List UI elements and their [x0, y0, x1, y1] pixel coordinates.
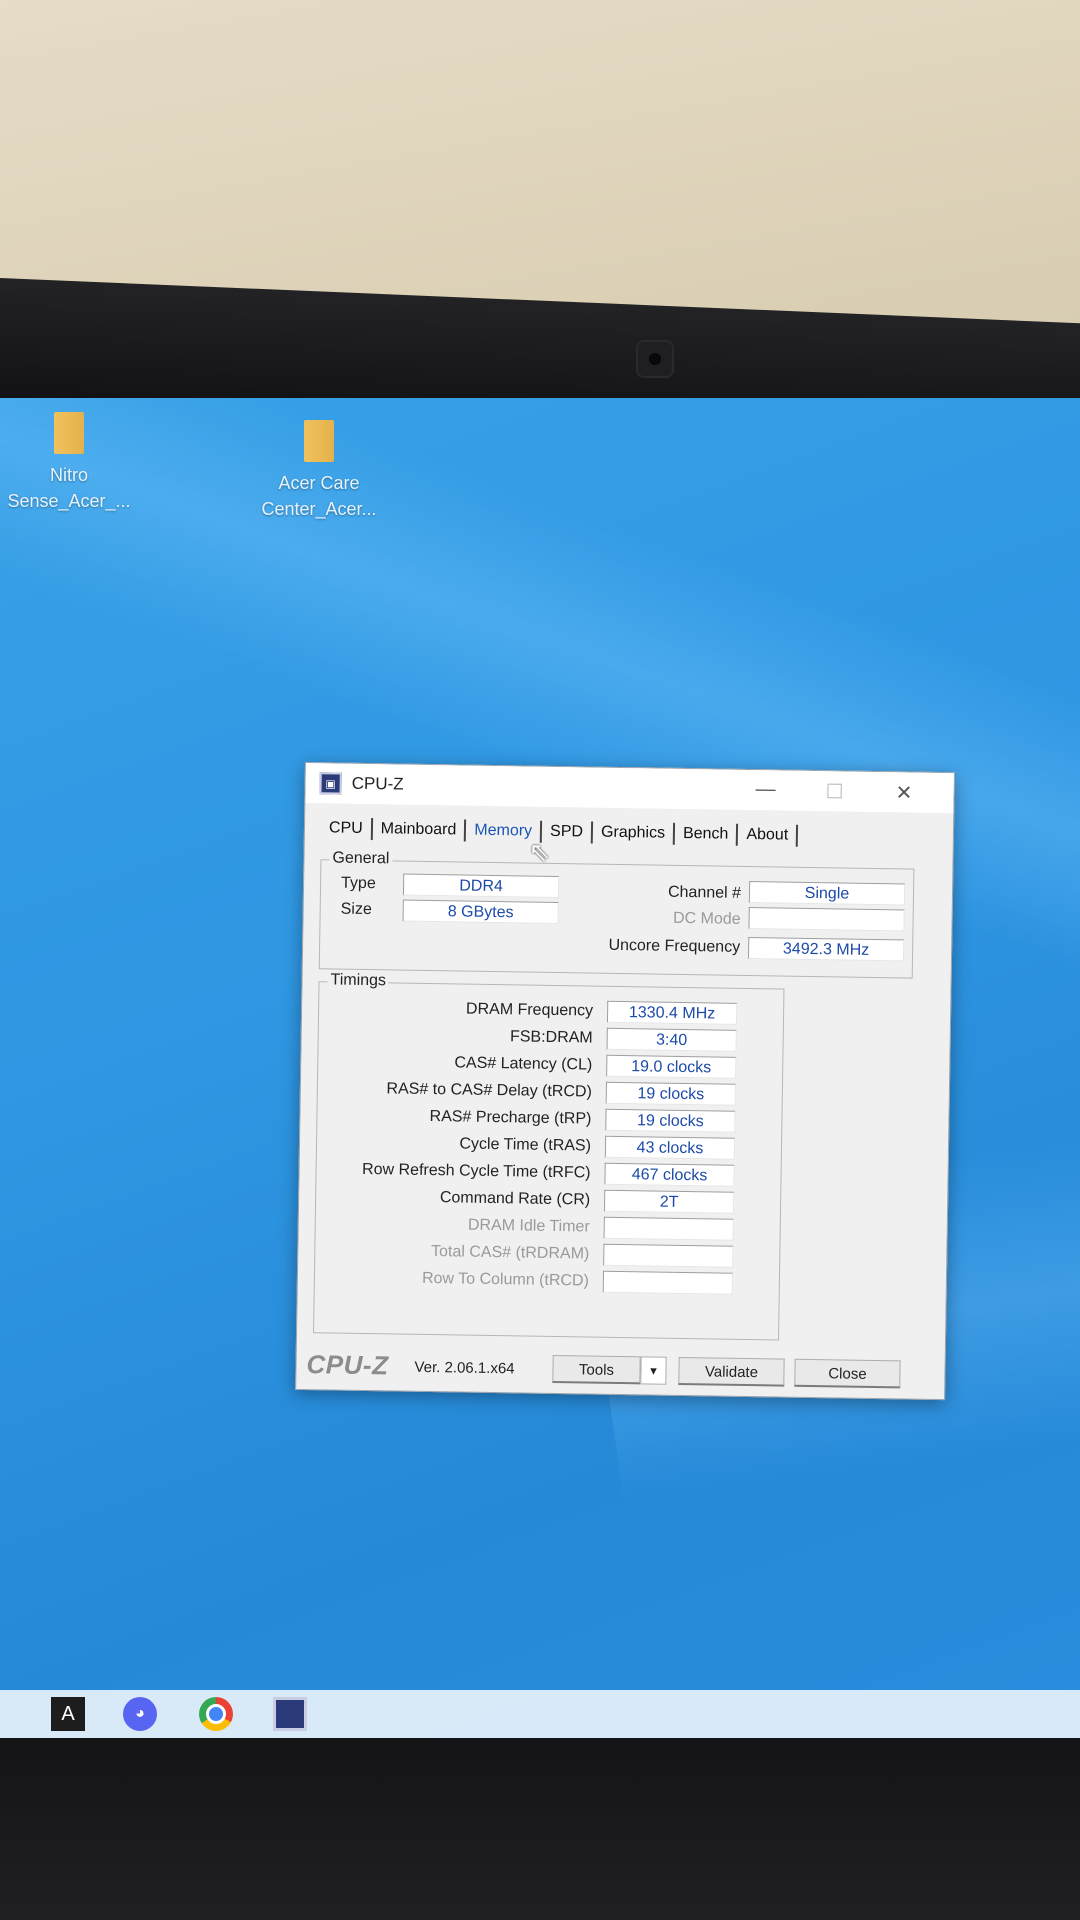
cas-latency-label: CAS# Latency (CL) [454, 1054, 593, 1074]
type-value: DDR4 [402, 873, 560, 899]
version-text: Ver. 2.06.1.x64 [414, 1358, 515, 1378]
size-label: Size [340, 900, 372, 919]
desktop-icon-acer-care-center[interactable]: Acer Care Center_Acer... [254, 420, 384, 522]
taskbar [0, 1690, 1080, 1738]
uncore-frequency-label: Uncore Frequency [608, 936, 741, 956]
cas-latency-value: 19.0 clocks [606, 1054, 737, 1079]
ras-to-cas-delay-value: 19 clocks [605, 1081, 736, 1106]
tab-graphics[interactable]: Graphics [592, 821, 676, 845]
dram-idle-timer-value [603, 1216, 734, 1241]
command-rate-value: 2T [603, 1189, 735, 1214]
uncore-frequency-value: 3492.3 MHz [747, 936, 905, 962]
tab-bar: CPU Mainboard Memory SPD Graphics Bench … [305, 809, 954, 857]
cpuz-taskbar-icon[interactable] [268, 1692, 312, 1736]
minimize-button[interactable]: — [755, 778, 775, 801]
cpuz-brand-logo: CPU-Z [306, 1349, 389, 1381]
cycle-time-value: 43 clocks [604, 1135, 736, 1160]
webcam [636, 340, 674, 378]
close-window-button[interactable]: ✕ [895, 780, 912, 805]
ras-to-cas-delay-label: RAS# to CAS# Delay (tRCD) [386, 1080, 592, 1101]
wall-background [0, 0, 1080, 330]
general-group-label: General [329, 849, 393, 869]
size-value: 8 GBytes [402, 899, 559, 925]
cpuz-window: ▣ CPU-Z — ☐ ✕ CPU Mainboard Memory SPD G… [295, 762, 955, 1401]
dram-frequency-value: 1330.4 MHz [606, 1000, 738, 1025]
title-bar[interactable]: ▣ CPU-Z — ☐ ✕ [305, 763, 954, 814]
laptop-bezel-bottom [0, 1738, 1080, 1920]
close-button[interactable]: Close [794, 1358, 901, 1389]
row-to-column-value [602, 1270, 734, 1295]
assassins-creed-icon[interactable]: A [46, 1692, 90, 1736]
mouse-cursor-icon: ⇖ [528, 836, 551, 867]
desktop-icon-label: Acer Care [278, 473, 360, 493]
tab-about[interactable]: About [738, 823, 799, 847]
desktop-icon-label: Center_Acer... [261, 499, 377, 519]
row-refresh-cycle-time-label: Row Refresh Cycle Time (tRFC) [361, 1160, 591, 1182]
discord-icon[interactable]: ◕ [118, 1692, 162, 1736]
tools-button[interactable]: Tools [552, 1354, 641, 1385]
folder-icon [54, 412, 84, 454]
tab-cpu[interactable]: CPU [320, 817, 373, 841]
tab-bench[interactable]: Bench [674, 822, 739, 846]
ras-precharge-value: 19 clocks [605, 1108, 736, 1133]
desktop-icon-label: Nitro [49, 465, 88, 485]
total-cas-label: Total CAS# (tRDRAM) [430, 1243, 590, 1263]
total-cas-value [603, 1243, 734, 1268]
channel-label: Channel # [667, 883, 742, 902]
dram-idle-timer-label: DRAM Idle Timer [467, 1216, 590, 1236]
timings-group: Timings DRAM Frequency 1330.4 MHz FSB:DR… [313, 971, 785, 1341]
dram-frequency-label: DRAM Frequency [465, 1000, 594, 1020]
command-rate-label: Command Rate (CR) [439, 1189, 591, 1209]
maximize-button[interactable]: ☐ [825, 779, 843, 804]
tab-mainboard[interactable]: Mainboard [372, 818, 467, 842]
desktop-icon-label: Sense_Acer_... [7, 491, 131, 511]
dc-mode-value [748, 906, 905, 932]
channel-value: Single [748, 880, 906, 906]
row-refresh-cycle-time-value: 467 clocks [604, 1162, 735, 1187]
validate-button[interactable]: Validate [678, 1356, 785, 1387]
fsb-dram-value: 3:40 [606, 1027, 737, 1052]
type-label: Type [340, 874, 376, 893]
row-to-column-label: Row To Column (tRCD) [421, 1269, 590, 1290]
folder-icon [304, 420, 334, 462]
chrome-icon[interactable] [194, 1692, 238, 1736]
general-group: General Type DDR4 Size 8 GBytes Channel … [318, 849, 915, 979]
cycle-time-label: Cycle Time (tRAS) [459, 1135, 592, 1155]
timings-group-label: Timings [327, 971, 390, 991]
ras-precharge-label: RAS# Precharge (tRP) [429, 1108, 592, 1128]
cpuz-app-icon: ▣ [319, 772, 342, 795]
desktop-icon-nitro-sense[interactable]: Nitro Sense_Acer_... [4, 412, 134, 514]
window-title: CPU-Z [351, 773, 404, 794]
fsb-dram-label: FSB:DRAM [509, 1028, 593, 1047]
window-footer: CPU-Z Ver. 2.06.1.x64 Tools ▼ Validate C… [296, 1341, 945, 1395]
tools-dropdown-arrow-icon[interactable]: ▼ [640, 1356, 667, 1385]
dc-mode-label: DC Mode [672, 909, 741, 928]
